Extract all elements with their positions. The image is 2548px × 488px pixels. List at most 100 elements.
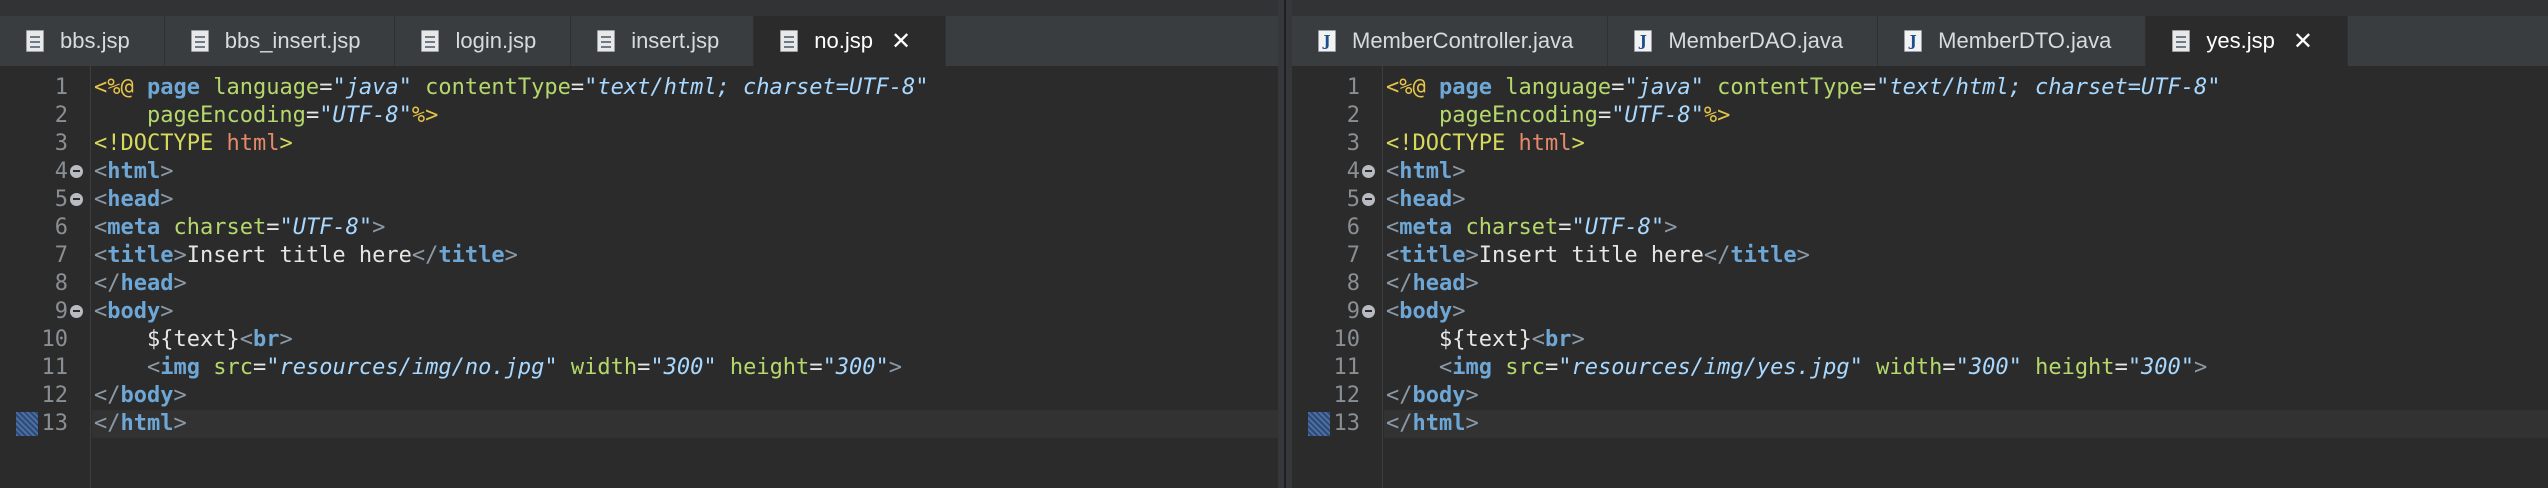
code-token: = [1544, 355, 1559, 380]
code-token: <!DOCTYPE [94, 131, 227, 156]
code-token: "UTF-8" [1571, 215, 1665, 240]
code-token: "text/html; charset=UTF-8" [1876, 75, 2221, 100]
code-text: pageEncoding="UTF-8"%> [94, 102, 438, 130]
code-text: <body> [1386, 298, 1465, 326]
java-file-icon: J [1634, 30, 1653, 52]
code-line: 11 <img src="resources/img/no.jpg" width… [0, 354, 1278, 382]
fold-collapse-icon[interactable] [70, 165, 83, 178]
pane-splitter[interactable] [1278, 0, 1292, 488]
code-line: 1 <%@ page language="java" contentType="t… [0, 74, 1278, 102]
fold-collapse-icon[interactable] [70, 305, 83, 318]
code-line: 1 <%@ page language="java" contentType="t… [1292, 74, 2548, 102]
code-token: = [2114, 355, 2128, 380]
code-token: = [305, 103, 320, 128]
code-text: <head> [94, 186, 173, 214]
code-token: > [160, 187, 174, 212]
code-token: < [1386, 159, 1400, 184]
editor-tab[interactable]: J MemberDTO.java [1878, 16, 2147, 66]
code-token: meta [107, 215, 174, 240]
editor-tab[interactable]: login.jsp [395, 16, 572, 66]
code-token: title [1730, 243, 1797, 268]
code-editor[interactable]: 1 <%@ page language="java" contentType="t… [0, 66, 1278, 488]
editor-tab[interactable]: bbs.jsp [0, 16, 165, 66]
code-token: < [94, 187, 108, 212]
code-text: </head> [1386, 270, 1479, 298]
code-text: <meta charset="UTF-8"> [1386, 214, 1677, 242]
fold-collapse-icon[interactable] [1362, 165, 1375, 178]
code-token: html [1412, 411, 1466, 436]
code-text: <body> [94, 298, 173, 326]
jsp-file-icon [190, 30, 209, 52]
code-token: = [809, 355, 823, 380]
jsp-file-icon [26, 30, 44, 52]
fold-collapse-icon[interactable] [1362, 193, 1375, 206]
code-token: language [213, 75, 320, 100]
code-token: = [1942, 355, 1956, 380]
code-editor[interactable]: 1 <%@ page language="java" contentType="t… [1292, 66, 2548, 488]
code-token: "300" [1955, 355, 2036, 380]
fold-collapse-icon[interactable] [1362, 305, 1375, 318]
code-token: > [888, 355, 903, 380]
code-token: head [1399, 187, 1453, 212]
code-text: <title>Insert title here</title> [1386, 242, 1810, 270]
code-token: width [570, 355, 638, 380]
code-token: </ [1703, 243, 1731, 268]
code-token: %> [411, 103, 439, 128]
line-number: 7 [54, 243, 68, 268]
code-token: src [1505, 355, 1545, 380]
code-token: = [319, 75, 333, 100]
editor-tab[interactable]: J MemberController.java [1292, 16, 1609, 66]
code-token: <%@ [1386, 75, 1439, 100]
code-token: > [1664, 215, 1678, 240]
code-token: = [1862, 75, 1877, 100]
jsp-file-icon [421, 30, 440, 52]
code-text: <%@ page language="java" contentType="te… [1386, 74, 2220, 102]
code-token: br [1544, 327, 1572, 352]
code-token: </ [1386, 411, 1413, 436]
code-token: charset [173, 215, 267, 240]
code-lines: 1 <%@ page language="java" contentType="t… [0, 74, 1278, 438]
line-number: 1 [54, 75, 68, 100]
code-token: head [120, 271, 174, 296]
editor-tab[interactable]: no.jsp ✕ [754, 16, 947, 66]
code-token: "java" [1624, 75, 1718, 100]
fold-collapse-icon[interactable] [70, 193, 83, 206]
line-number: 2 [54, 103, 68, 128]
code-token: language [1505, 75, 1612, 100]
code-token: > [1465, 243, 1479, 268]
code-text: <img src="resources/img/yes.jpg" width="… [1386, 354, 2207, 382]
close-icon[interactable]: ✕ [2293, 27, 2313, 55]
code-text: <%@ page language="java" contentType="te… [94, 74, 928, 102]
code-token: contentType [425, 75, 571, 100]
close-icon[interactable]: ✕ [891, 27, 911, 55]
line-number: 11 [41, 355, 69, 380]
editor-tab[interactable]: insert.jsp [571, 16, 755, 66]
code-token: body [1399, 299, 1453, 324]
code-text: </body> [94, 382, 187, 410]
line-number: 8 [54, 271, 68, 296]
tab-label: no.jsp [814, 28, 873, 53]
current-line-highlight [92, 410, 1278, 438]
line-number: 9 [54, 299, 68, 324]
code-token: "300" [822, 355, 889, 380]
editor-tab[interactable]: J MemberDAO.java [1608, 16, 1879, 66]
java-file-icon: J [1318, 30, 1336, 52]
code-token: %> [1703, 103, 1731, 128]
tab-label: yes.jsp [2206, 28, 2275, 53]
code-token: "300" [650, 355, 730, 380]
code-token: > [173, 271, 187, 296]
code-line: 8 </head> [1292, 270, 2548, 298]
code-token: <%@ [94, 75, 147, 100]
editor-tab[interactable]: yes.jsp ✕ [2146, 16, 2348, 66]
editor-pane-right: J MemberController.java J MemberDAO.java J Me… [1292, 0, 2548, 488]
code-token: > [160, 299, 174, 324]
code-line: 7 <title>Insert title here</title> [0, 242, 1278, 270]
code-token: < [94, 159, 108, 184]
code-token: > [1452, 299, 1466, 324]
code-line: 5 <head> [1292, 186, 2548, 214]
line-number: 6 [1346, 215, 1360, 240]
code-token: </ [411, 243, 439, 268]
line-number: 4 [1346, 159, 1360, 184]
editor-tab[interactable]: bbs_insert.jsp [165, 16, 396, 66]
